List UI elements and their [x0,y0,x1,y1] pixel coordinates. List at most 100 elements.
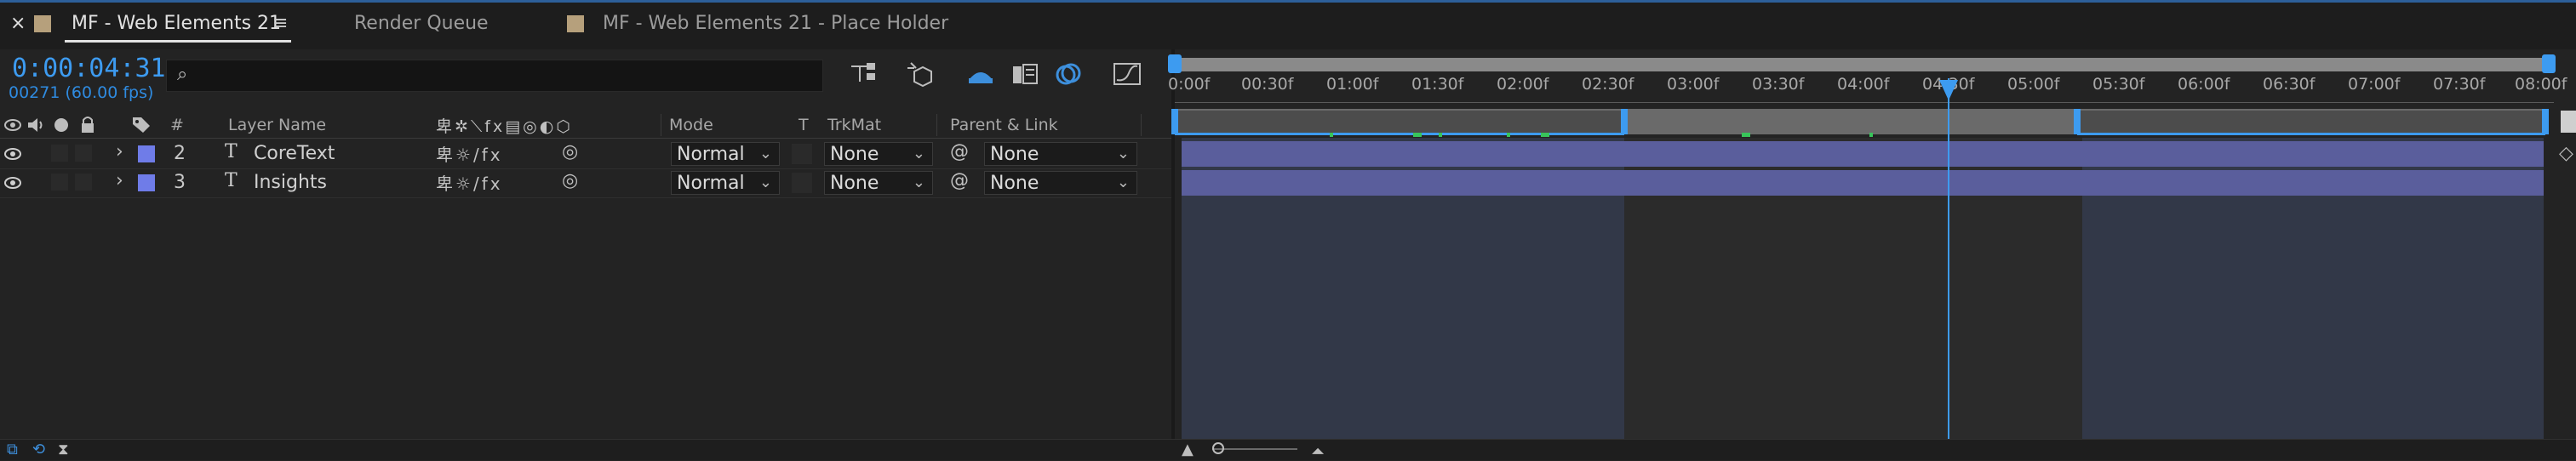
panel-splitter[interactable] [1171,49,1175,439]
visibility-eye-icon[interactable] [3,145,22,163]
layer-search-input[interactable]: ⌕ [166,60,823,92]
fx-switch-icon: fx [484,117,506,136]
keyframe-navigator-icon[interactable]: ◇ [2559,143,2573,164]
work-area-segment[interactable] [1624,111,2077,133]
preserve-transparency-toggle[interactable] [792,173,812,193]
work-area-start-marker[interactable] [1171,109,1178,134]
3d-switch-icon: ⬡ [556,117,573,136]
layer-label-color[interactable] [138,174,155,191]
ruler-label: 06:30f [2263,75,2316,94]
motion-blur-switch-icon: ◎ [523,117,540,136]
time-navigator[interactable] [1175,58,2554,71]
parent-select[interactable]: None ⌄ [984,171,1137,195]
playhead-handle[interactable] [1939,80,1958,100]
graph-editor-icon[interactable] [1112,60,1142,88]
zoom-slider[interactable] [1212,448,1297,450]
parent-value: None [990,143,1039,165]
collapse-switch-icon[interactable]: ☼ [455,174,473,194]
panel-menu-icon[interactable]: ≡ [272,0,288,47]
collapse-switch-icon: ✲ [455,117,471,136]
draft-3d-icon[interactable] [906,60,936,88]
search-icon: ⌕ [177,64,188,85]
video-toggle-header-icon [3,116,22,134]
work-area-end-marker[interactable] [2542,109,2549,134]
shy-switch-icon[interactable]: 卑 [436,174,455,194]
fx-switch-icon[interactable]: fx [482,145,503,165]
frame-blending-icon[interactable] [1010,61,1040,87]
work-area-segment[interactable] [2077,111,2545,135]
keyframe-indicator [1541,133,1549,137]
column-trkmat-header: TrkMat [827,116,882,134]
column-t-header: T [799,116,809,134]
layer-name[interactable]: CoreText [254,143,335,164]
composition-flowchart-icon[interactable] [848,61,879,87]
ruler-label: 04:00f [1837,75,1890,94]
pick-whip-icon[interactable]: @ [950,170,969,191]
collapse-switch-icon[interactable]: ☼ [455,145,473,165]
fx-switch-icon[interactable]: fx [482,174,503,194]
layer-switches[interactable]: 卑☼/fx [436,141,503,166]
trkmat-select[interactable]: None ⌄ [824,171,933,195]
column-layer-name-header[interactable]: Layer Name [228,116,326,134]
mode-select[interactable]: Normal ⌄ [671,142,780,166]
visibility-eye-icon[interactable] [3,174,22,192]
keyframe-indicator [1439,133,1442,137]
zoom-slider-thumb[interactable] [1212,442,1224,454]
chevron-down-icon: ⌄ [912,174,925,191]
solo-toggle[interactable] [51,174,68,191]
lock-toggle[interactable] [75,174,92,191]
motion-blur-layer-icon[interactable]: ◎ [562,141,578,162]
zoom-in-icon[interactable]: ⏶ [1311,441,1325,461]
ruler-label: 00:30f [1241,75,1294,94]
layer-label-color[interactable] [138,145,155,162]
zoom-out-icon[interactable]: ▲ [1182,441,1194,458]
shy-switch-icon[interactable]: 卑 [436,145,455,165]
mode-select[interactable]: Normal ⌄ [671,171,780,195]
current-time-display[interactable]: 0:00:04:31 [12,54,166,83]
pick-whip-icon[interactable]: @ [950,141,969,162]
marker[interactable] [1621,109,1628,134]
keyframe-indicator [1742,133,1750,137]
motion-blur-icon[interactable] [1054,60,1085,88]
ruler-label: 05:30f [2092,75,2145,94]
layer-duration-bar[interactable] [1182,141,2544,167]
layer-switches[interactable]: 卑☼/fx [436,170,503,195]
shy-layers-icon[interactable] [965,61,996,87]
frame-blend-switch-icon: ▤ [505,117,524,136]
comp-marker-bin-icon[interactable] [2561,111,2576,133]
render-time-icon[interactable]: ⧗ [58,441,69,458]
ruler-label: 03:30f [1752,75,1805,94]
motion-blur-layer-icon[interactable]: ◎ [562,170,578,191]
quality-switch-icon[interactable]: / [473,145,482,165]
layer-panel [0,49,1171,439]
ruler-label: 05:00f [2007,75,2060,94]
work-area-segment[interactable] [1175,111,1624,135]
frame-count: 00271 (60.00 fps) [9,83,154,102]
toggle-layer-switches-icon[interactable]: ⧉ [7,441,18,458]
preserve-transparency-toggle[interactable] [792,144,812,164]
expand-chevron-icon[interactable]: › [116,141,123,162]
tab-place-holder[interactable]: MF - Web Elements 21 - Place Holder [603,0,948,47]
layer-name[interactable]: Insights [254,172,327,193]
marker[interactable] [2074,109,2081,134]
switches-header-icons: 卑✲⟍fx▤◎◐⬡ [436,114,573,137]
layer-duration-bar[interactable] [1182,170,2544,196]
audio-header-icon [26,116,44,134]
label-tag-header-icon [131,114,152,134]
ruler-label: 02:30f [1582,75,1634,94]
expand-chevron-icon[interactable]: › [116,170,123,191]
trkmat-select[interactable]: None ⌄ [824,142,933,166]
close-tab-icon[interactable]: × [10,0,26,47]
quality-switch-icon: ⟍ [470,117,485,136]
navigator-start-handle[interactable] [1168,54,1182,73]
current-time-indicator[interactable] [1948,78,1949,439]
ruler-label: 01:30f [1411,75,1464,94]
navigator-end-handle[interactable] [2542,54,2556,73]
solo-toggle[interactable] [51,145,68,162]
quality-switch-icon[interactable]: / [473,174,482,194]
toggle-transfer-controls-icon[interactable]: ⟲ [32,441,45,458]
parent-select[interactable]: None ⌄ [984,142,1137,166]
lock-header-icon [78,114,97,134]
tab-render-queue[interactable]: Render Queue [354,0,489,47]
lock-toggle[interactable] [75,145,92,162]
